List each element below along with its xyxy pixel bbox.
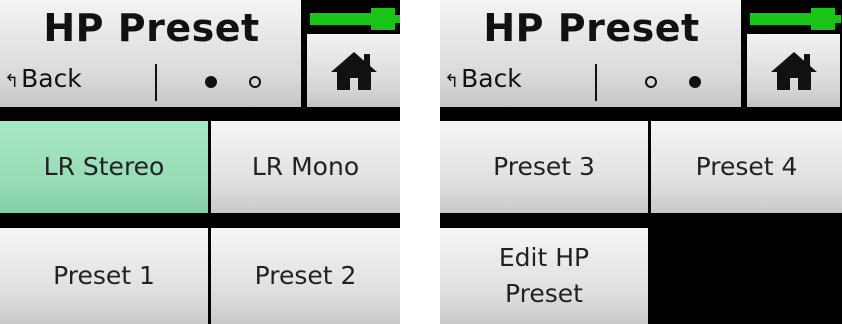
home-button[interactable] <box>747 34 840 107</box>
button-label: LR Mono <box>251 151 360 181</box>
lr-mono-button[interactable]: LR Mono <box>211 121 400 213</box>
battery-indicator <box>307 8 400 30</box>
button-label: Preset 2 <box>254 260 357 290</box>
battery-tip <box>395 15 400 23</box>
header-divider <box>155 64 157 101</box>
back-arrow-icon: ↰ <box>444 71 460 92</box>
button-label: LR Stereo <box>43 151 165 181</box>
preset-1-button[interactable]: Preset 1 <box>0 228 208 324</box>
home-icon <box>330 51 377 90</box>
back-label: Back <box>21 64 82 93</box>
back-button[interactable]: ↰Back <box>4 64 82 93</box>
home-button[interactable] <box>307 34 400 107</box>
page-title: HP Preset <box>483 6 700 50</box>
hp-preset-screen-page-1: HP Preset ↰Back LR Stereo LR Mono Preset… <box>0 0 400 324</box>
button-label: Preset 4 <box>695 151 798 181</box>
button-label: Edit HP Preset <box>498 242 590 308</box>
back-button[interactable]: ↰Back <box>444 64 522 93</box>
lr-stereo-button[interactable]: LR Stereo <box>0 121 208 213</box>
header-divider <box>595 64 597 101</box>
edit-hp-preset-button[interactable]: Edit HP Preset <box>440 228 648 324</box>
back-arrow-icon: ↰ <box>4 71 20 92</box>
page-title: HP Preset <box>43 6 260 50</box>
preset-2-button[interactable]: Preset 2 <box>211 228 400 324</box>
header: HP Preset ↰Back <box>440 0 743 107</box>
hp-preset-screen-page-2: HP Preset ↰Back Preset 3 Preset 4 Edit H… <box>440 0 842 324</box>
preset-4-button[interactable]: Preset 4 <box>651 121 842 213</box>
battery-slider-cap <box>371 8 395 30</box>
battery-indicator <box>747 8 841 30</box>
page-dot-2[interactable] <box>249 76 261 88</box>
home-icon <box>770 51 817 90</box>
battery-tip <box>835 15 841 23</box>
page-dot-2[interactable] <box>689 76 701 88</box>
button-label: Preset 3 <box>493 151 595 181</box>
page-dot-1[interactable] <box>645 76 657 88</box>
battery-slider-cap <box>811 8 835 30</box>
button-label: Preset 1 <box>53 260 155 290</box>
battery-level <box>750 13 812 25</box>
battery-level <box>310 13 372 25</box>
header: HP Preset ↰Back <box>0 0 303 107</box>
preset-3-button[interactable]: Preset 3 <box>440 121 648 213</box>
back-label: Back <box>461 64 522 93</box>
page-dot-1[interactable] <box>205 76 217 88</box>
